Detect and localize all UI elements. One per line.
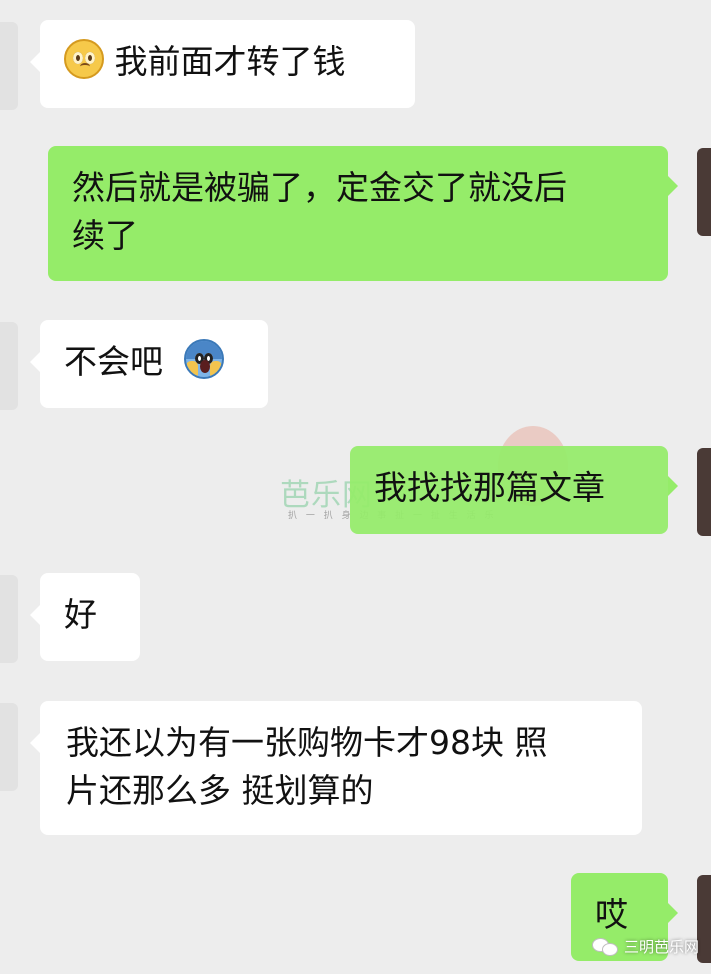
message-text: 好 xyxy=(64,595,97,634)
message-text: 不会吧 xyxy=(64,342,163,381)
contact-avatar[interactable] xyxy=(0,322,18,410)
message-text-line-2: 续了 xyxy=(72,216,138,255)
contact-avatar[interactable] xyxy=(0,703,18,791)
self-avatar[interactable] xyxy=(697,875,711,963)
footer-watermark: 三明芭乐网 xyxy=(591,932,699,960)
footer-watermark-text: 三明芭乐网 xyxy=(623,937,699,956)
message-text-line-2: 片还那么多 挺划算的 xyxy=(66,771,374,810)
wechat-icon xyxy=(591,936,618,956)
message-text: 我找找那篇文章 xyxy=(374,468,605,507)
screaming-face-emoji-icon xyxy=(183,339,224,379)
message-text: 我前面才转了钱 xyxy=(114,42,346,81)
pleading-face-emoji-icon xyxy=(64,39,104,79)
self-avatar[interactable] xyxy=(697,448,711,536)
message-text: 哎 xyxy=(595,895,628,934)
contact-avatar[interactable] xyxy=(0,575,18,663)
incoming-message-bubble[interactable]: 不会吧 xyxy=(30,320,268,408)
message-text-line-1: 然后就是被骗了，定金交了就没后 xyxy=(72,168,567,207)
outgoing-message-bubble[interactable]: 然后就是被骗了，定金交了就没后 续了 xyxy=(48,146,678,281)
incoming-message-bubble[interactable]: 我前面才转了钱 xyxy=(30,20,415,108)
contact-avatar[interactable] xyxy=(0,22,18,110)
outgoing-message-bubble[interactable]: 我找找那篇文章 xyxy=(350,446,678,534)
incoming-message-bubble[interactable]: 好 xyxy=(30,573,140,661)
message-text-line-1: 我还以为有一张购物卡才98块 照 xyxy=(66,723,548,762)
incoming-message-bubble[interactable]: 我还以为有一张购物卡才98块 照 片还那么多 挺划算的 xyxy=(30,701,642,835)
self-avatar[interactable] xyxy=(697,148,711,236)
